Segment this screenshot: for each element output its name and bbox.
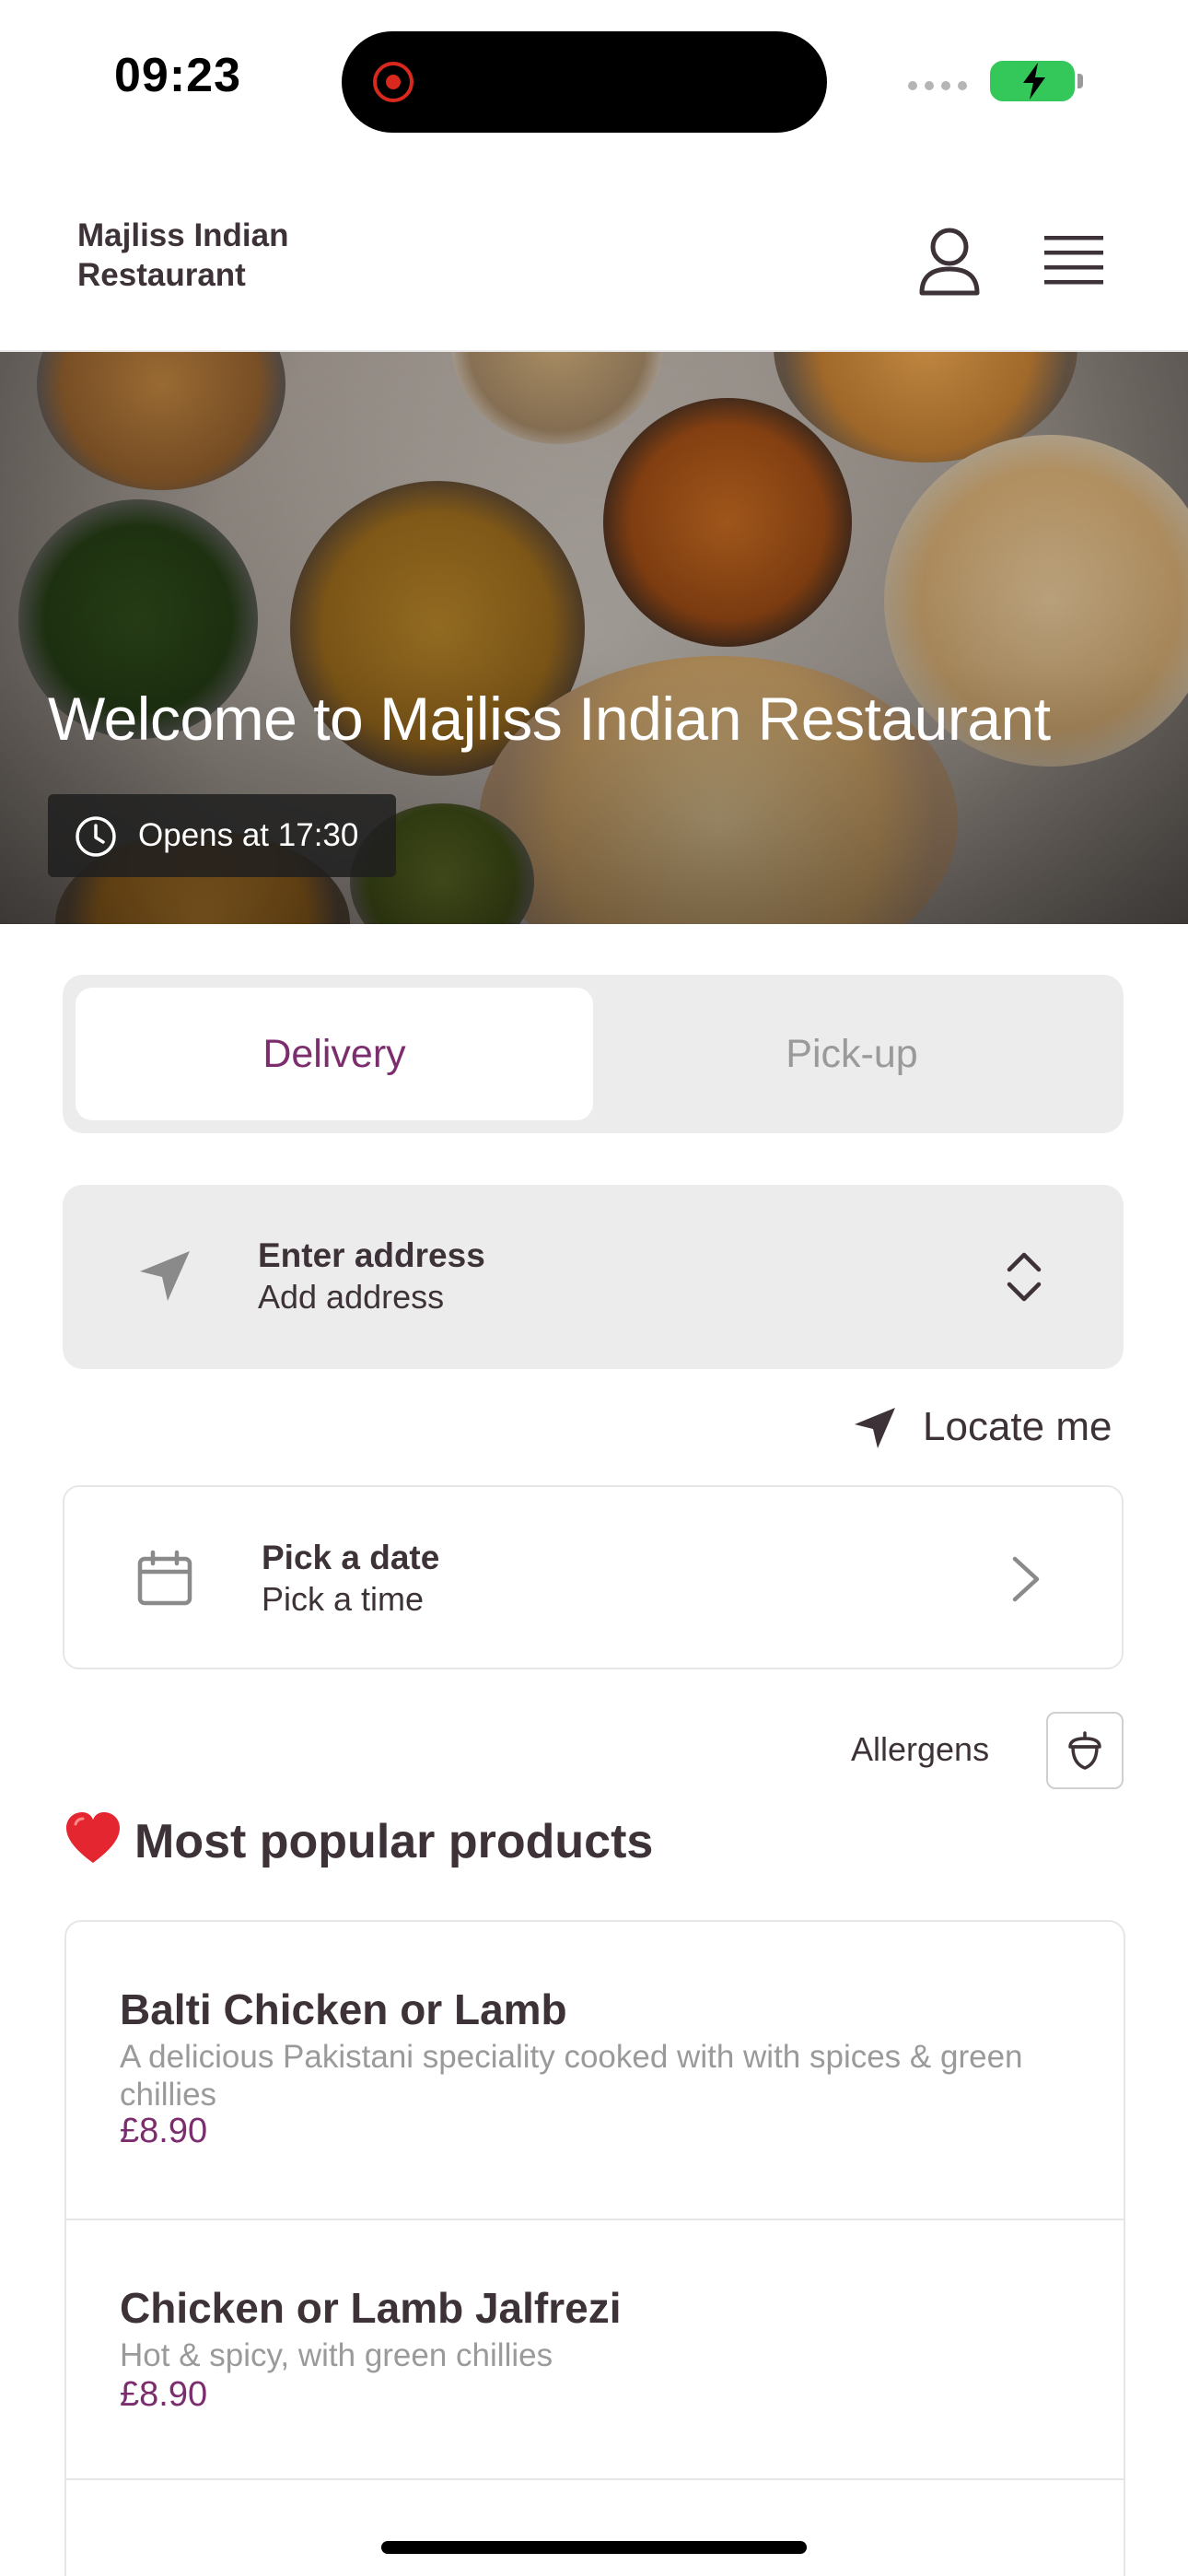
product-description: A delicious Pakistani speciality cooked …: [120, 2039, 1023, 2113]
app-screen: 09:23 Majliss Indian Restaurant Welcome …: [0, 0, 1188, 2576]
tab-pickup[interactable]: Pick-up: [593, 988, 1111, 1120]
allergens-button[interactable]: [1046, 1712, 1124, 1789]
heart-icon: [66, 1812, 120, 1863]
address-selector[interactable]: Enter address Add address: [63, 1185, 1124, 1369]
order-mode-toggle: Delivery Pick-up: [63, 975, 1124, 1133]
restaurant-name[interactable]: Majliss Indian Restaurant: [77, 216, 354, 295]
acorn-icon: [1068, 1731, 1101, 1770]
hero-title: Welcome to Majliss Indian Restaurant: [48, 685, 1051, 753]
product-name: Balti Chicken or Lamb: [120, 1985, 567, 2033]
date-title: Pick a date: [262, 1539, 440, 1576]
address-title: Enter address: [258, 1236, 485, 1274]
chevron-up-down-icon: [1007, 1252, 1042, 1302]
allergens-label[interactable]: Allergens: [851, 1730, 989, 1769]
status-bar: 09:23: [0, 0, 1188, 157]
battery-charging-icon: [990, 61, 1083, 101]
product-card[interactable]: Chicken or Lamb Jalfrezi Hot & spicy, wi…: [66, 2220, 1124, 2480]
address-subtitle: Add address: [258, 1278, 445, 1316]
product-card[interactable]: Balti Chicken or Lamb A delicious Pakist…: [66, 1922, 1124, 2220]
dynamic-island: [342, 31, 827, 133]
opening-hours-badge: Opens at 17:30: [48, 794, 396, 877]
opening-hours-text: Opens at 17:30: [138, 817, 359, 853]
location-arrow-icon: [855, 1408, 895, 1448]
product-price: £8.90: [120, 2375, 208, 2414]
calendar-icon: [137, 1550, 192, 1606]
clock-icon: [76, 816, 116, 857]
location-arrow-icon: [140, 1251, 190, 1301]
user-icon[interactable]: [917, 227, 982, 297]
section-title-popular: Most popular products: [64, 1811, 653, 1869]
hamburger-menu-icon[interactable]: [1044, 234, 1103, 287]
signal-icon: [908, 81, 967, 90]
tab-delivery[interactable]: Delivery: [76, 988, 593, 1120]
section-title-text: Most popular products: [134, 1815, 654, 1868]
time-subtitle: Pick a time: [262, 1580, 425, 1618]
status-time: 09:23: [114, 49, 241, 102]
locate-me-label: Locate me: [923, 1404, 1112, 1449]
product-price: £8.90: [120, 2112, 208, 2150]
locate-me-button[interactable]: Locate me: [853, 1400, 1122, 1456]
app-header: Majliss Indian Restaurant: [0, 193, 1188, 352]
product-name: Chicken or Lamb Jalfrezi: [120, 2284, 622, 2332]
date-time-picker[interactable]: Pick a date Pick a time: [63, 1485, 1124, 1669]
hero-banner: Welcome to Majliss Indian Restaurant Ope…: [0, 352, 1188, 924]
recording-icon: [373, 62, 413, 102]
chevron-right-icon: [1012, 1556, 1040, 1602]
product-list: Balti Chicken or Lamb A delicious Pakist…: [64, 1920, 1125, 2576]
product-description: Hot & spicy, with green chillies: [120, 2337, 553, 2373]
home-indicator[interactable]: [381, 2541, 807, 2554]
